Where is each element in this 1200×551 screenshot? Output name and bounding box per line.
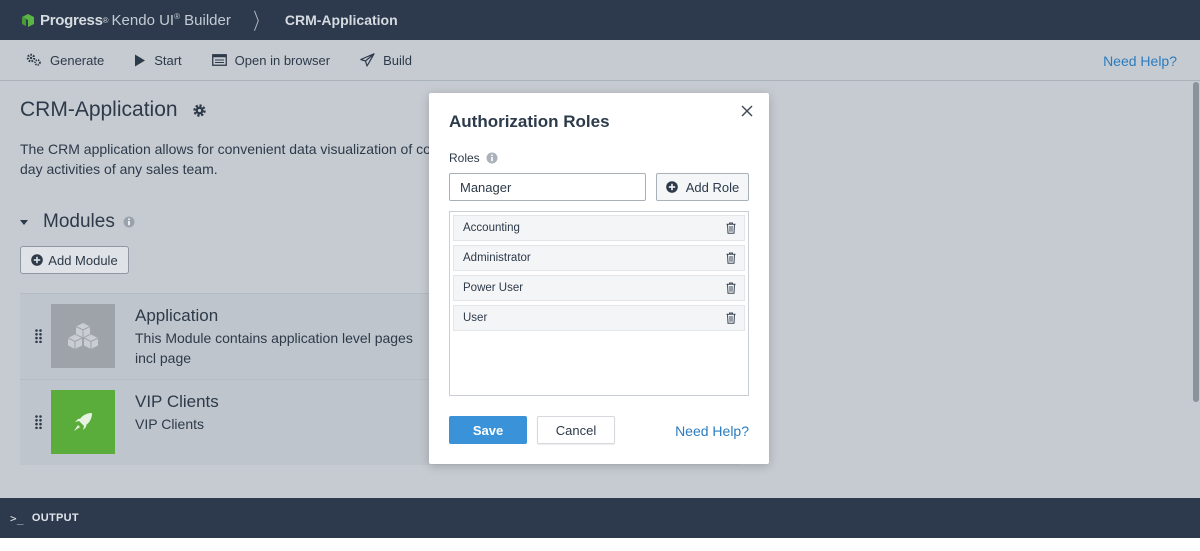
start-button[interactable]: Start xyxy=(134,53,182,68)
add-role-button[interactable]: Add Role xyxy=(656,173,749,201)
role-item[interactable]: User xyxy=(453,305,745,331)
module-description: VIP Clients xyxy=(135,416,204,432)
trash-icon[interactable] xyxy=(726,282,736,294)
cancel-button[interactable]: Cancel xyxy=(537,416,615,444)
page-scrollbar[interactable] xyxy=(1193,82,1199,402)
collapse-caret-icon[interactable] xyxy=(20,219,28,225)
play-icon xyxy=(135,54,146,66)
cubes-icon xyxy=(67,323,99,349)
output-label: OUTPUT xyxy=(31,512,79,524)
save-button[interactable]: Save xyxy=(449,416,527,444)
trash-icon[interactable] xyxy=(726,312,736,324)
browser-icon xyxy=(211,54,227,66)
trash-icon[interactable] xyxy=(726,252,736,264)
role-name: Administrator xyxy=(463,252,531,264)
module-title: VIP Clients xyxy=(135,392,219,411)
progress-logo-icon xyxy=(22,14,34,27)
page-description: The CRM application allows for convenien… xyxy=(20,141,430,177)
product-name: Kendo UI® Builder xyxy=(111,11,231,29)
brand-name: Progress xyxy=(40,11,103,29)
kendo-builder-logo[interactable]: Progress ® Kendo UI® Builder xyxy=(20,12,231,29)
role-item[interactable]: Accounting xyxy=(453,215,745,241)
generate-button[interactable]: Generate xyxy=(26,53,104,68)
settings-gear-icon[interactable] xyxy=(192,103,207,118)
app-header: Progress ® Kendo UI® Builder 〉 CRM-Applic… xyxy=(0,0,1200,40)
role-name: Accounting xyxy=(463,222,520,234)
module-thumbnail xyxy=(51,304,115,368)
rocket-icon xyxy=(74,413,92,431)
plus-circle-icon xyxy=(665,181,678,193)
roles-list: Accounting Administrator Power User User xyxy=(449,211,749,396)
info-icon[interactable] xyxy=(123,216,135,228)
dialog-title: Authorization Roles xyxy=(449,112,610,131)
gears-icon xyxy=(26,53,41,66)
breadcrumb-separator: 〉 xyxy=(253,9,267,34)
bottom-strip xyxy=(0,538,1200,551)
add-module-button[interactable]: Add Module xyxy=(20,246,129,274)
role-item[interactable]: Power User xyxy=(453,275,745,301)
page-title: CRM-Application xyxy=(20,98,207,122)
role-name: User xyxy=(463,312,488,324)
module-thumbnail xyxy=(51,390,115,454)
module-description: This Module contains application level p… xyxy=(135,330,413,366)
role-name: Power User xyxy=(463,282,524,294)
open-in-browser-button[interactable]: Open in browser xyxy=(211,53,330,68)
terminal-prompt-icon: >_ xyxy=(10,511,24,525)
output-panel-bar[interactable]: >_ OUTPUT xyxy=(0,498,1200,538)
drag-handle-icon[interactable] xyxy=(35,329,42,343)
close-icon[interactable] xyxy=(741,105,753,117)
roles-label: Roles xyxy=(449,151,498,165)
modules-section-header[interactable]: Modules xyxy=(20,211,135,233)
trash-icon[interactable] xyxy=(726,222,736,234)
build-button[interactable]: Build xyxy=(360,53,412,68)
role-name-input[interactable] xyxy=(449,173,646,201)
dialog-need-help-link[interactable]: Need Help? xyxy=(675,423,749,439)
breadcrumb-current[interactable]: CRM-Application xyxy=(285,12,398,28)
need-help-link[interactable]: Need Help? xyxy=(1103,53,1177,69)
toolbar: Generate Start Open in browser Build Nee… xyxy=(0,40,1200,81)
plus-circle-icon xyxy=(31,254,44,266)
module-title: Application xyxy=(135,306,219,325)
info-icon[interactable] xyxy=(486,152,498,164)
role-item[interactable]: Administrator xyxy=(453,245,745,271)
authorization-roles-dialog: Authorization Roles Roles Add Role Accou… xyxy=(429,93,769,464)
paper-plane-icon xyxy=(360,53,375,67)
drag-handle-icon[interactable] xyxy=(35,415,42,429)
